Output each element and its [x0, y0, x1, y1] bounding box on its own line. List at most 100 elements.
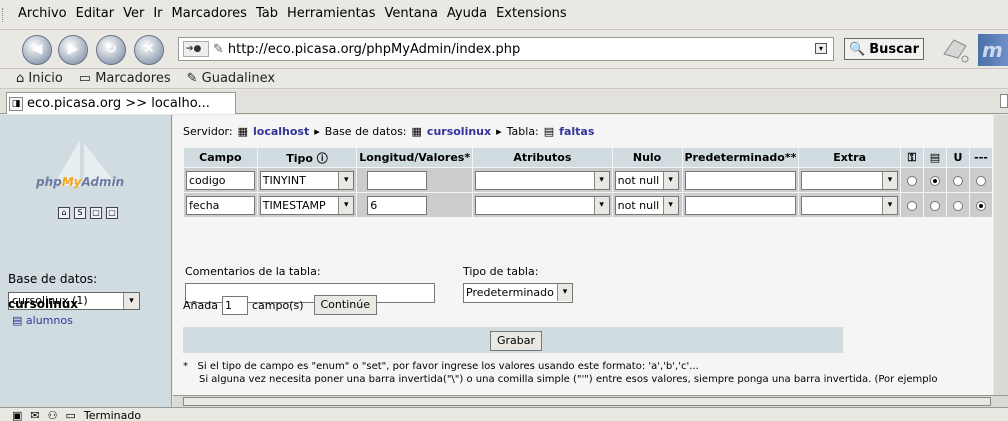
- table-link[interactable]: faltas: [559, 125, 594, 138]
- vertical-scrollbar[interactable]: [994, 115, 1008, 395]
- chat-icon[interactable]: ⚇: [48, 409, 58, 421]
- column-header-nulo: Nulo: [611, 147, 683, 168]
- longitud-input-1[interactable]: [367, 170, 428, 190]
- home-icon[interactable]: ⌂: [58, 207, 70, 219]
- scrollbar-thumb[interactable]: [183, 397, 991, 406]
- breadcrumb: Servidor: ▦ localhost ▸ Base de datos: ▦…: [183, 125, 595, 138]
- save-button[interactable]: Grabar: [490, 331, 543, 351]
- mail-icon[interactable]: ✉: [30, 409, 39, 421]
- column-header-extra: Extra: [798, 147, 901, 168]
- reload-icon: ↻: [105, 41, 117, 57]
- server-link[interactable]: localhost: [253, 125, 309, 138]
- bookmark-page-icon: ✎: [186, 71, 202, 86]
- menu-extensions[interactable]: Extensions: [496, 6, 567, 21]
- table-link-alumnos[interactable]: ▤ alumnos: [12, 314, 73, 327]
- horizontal-scrollbar[interactable]: [173, 395, 1008, 407]
- radio-unique-2[interactable]: [952, 200, 963, 211]
- forward-button[interactable]: ▶: [58, 35, 88, 65]
- phpmyadmin-logo-text[interactable]: phpMyAdmin: [36, 175, 124, 189]
- database-link[interactable]: cursolinux: [427, 125, 491, 138]
- chevron-down-icon: ▾: [662, 171, 678, 189]
- menu-marcadores[interactable]: Marcadores: [172, 6, 247, 21]
- go-icon[interactable]: ➔●: [183, 41, 209, 57]
- reload-button[interactable]: ↻: [96, 35, 126, 65]
- tab-bar: ◨ eco.picasa.org >> localho...: [0, 90, 1008, 114]
- column-header-predeterminado: Predeterminado**: [681, 147, 800, 168]
- query-window-icon[interactable]: ▢: [90, 207, 102, 219]
- footnote: * Si el tipo de campo es "enum" o "set",…: [183, 361, 938, 385]
- search-button[interactable]: 🔍 Buscar: [844, 38, 924, 60]
- campo-input-2[interactable]: fecha: [186, 195, 255, 215]
- navigation-toolbar: ◀ ▶ ↻ ✕ ➔● ✎ http://eco.picasa.org/phpMy…: [0, 30, 1008, 69]
- menu-herramientas[interactable]: Herramientas: [287, 6, 376, 21]
- primary-key-icon: ⚿: [899, 147, 924, 168]
- radio-none-2[interactable]: [975, 200, 986, 211]
- menu-ver[interactable]: Ver: [123, 6, 144, 21]
- radio-primary-1[interactable]: [906, 175, 917, 186]
- atributos-select-2[interactable]: ▾: [475, 195, 610, 215]
- status-text: Terminado: [83, 409, 142, 421]
- continue-button[interactable]: Continúe: [313, 295, 377, 315]
- docs-icon[interactable]: ▢: [106, 207, 118, 219]
- tipo-select-2[interactable]: TIMESTAMP ▾: [259, 195, 355, 215]
- comments-label: Comentarios de la tabla:: [185, 265, 321, 278]
- bookmark-inicio[interactable]: ⌂ Inicio: [16, 71, 63, 86]
- bookmark-marcadores[interactable]: ▭ Marcadores: [79, 71, 171, 86]
- search-label: Buscar: [869, 41, 919, 57]
- menu-editar[interactable]: Editar: [76, 6, 115, 21]
- database-icon: ▦: [411, 125, 422, 138]
- atributos-select-1[interactable]: ▾: [475, 170, 610, 190]
- table-header-row: Campo Tipo ⓘ Longitud/Valores* Atributos…: [183, 147, 993, 168]
- radio-none-1[interactable]: [975, 175, 986, 186]
- sql-icon[interactable]: S: [74, 207, 86, 219]
- stop-button[interactable]: ✕: [134, 35, 164, 65]
- campo-input-1[interactable]: codigo: [186, 170, 255, 190]
- table-type-select[interactable]: Predeterminado ▾: [463, 283, 573, 303]
- radio-index-1[interactable]: [929, 175, 940, 186]
- db-title[interactable]: cursolinux: [8, 297, 78, 311]
- extra-select-1[interactable]: ▾: [801, 170, 898, 190]
- index-icon: ▤: [922, 147, 947, 168]
- table-type-label: Tipo de tabla:: [463, 265, 539, 278]
- back-button[interactable]: ◀: [22, 35, 52, 65]
- radio-primary-2[interactable]: [906, 200, 917, 211]
- chevron-down-icon: ▾: [123, 293, 139, 309]
- pred-input-1[interactable]: [684, 170, 797, 190]
- db-label: Base de datos:: [8, 272, 98, 286]
- main-frame: Servidor: ▦ localhost ▸ Base de datos: ▦…: [173, 115, 993, 395]
- url-dropdown-icon[interactable]: ▾: [815, 43, 827, 54]
- help-icon[interactable]: ⓘ: [317, 152, 328, 165]
- menu-ir[interactable]: Ir: [153, 6, 162, 21]
- add-fields-input[interactable]: 1: [221, 295, 248, 315]
- toolbar-grip[interactable]: [2, 8, 6, 22]
- chevron-down-icon: ▾: [881, 171, 897, 189]
- tab-phpmyadmin[interactable]: ◨ eco.picasa.org >> localho...: [6, 92, 236, 114]
- composer-icon[interactable]: ▭: [66, 409, 76, 421]
- unique-icon: U: [945, 147, 970, 168]
- menu-ayuda[interactable]: Ayuda: [447, 6, 487, 21]
- extra-select-2[interactable]: ▾: [801, 195, 898, 215]
- fields-table: Campo Tipo ⓘ Longitud/Valores* Atributos…: [183, 147, 993, 218]
- menu-archivo[interactable]: Archivo: [18, 6, 67, 21]
- pred-input-2[interactable]: [684, 195, 797, 215]
- longitud-input-2[interactable]: 6: [367, 195, 428, 215]
- status-bar: ▣ ✉ ⚇ ▭ Terminado: [0, 407, 1008, 421]
- chevron-down-icon: ▾: [557, 284, 572, 301]
- tipo-select-1[interactable]: TINYINT ▾: [259, 170, 355, 190]
- menu-tab[interactable]: Tab: [256, 6, 278, 21]
- nulo-select-2[interactable]: not null ▾: [614, 195, 679, 215]
- back-arrow-icon: ◀: [31, 41, 43, 57]
- activity-throbber-icon: [943, 39, 969, 63]
- url-bar[interactable]: ➔● ✎ http://eco.picasa.org/phpMyAdmin/in…: [178, 37, 834, 61]
- nulo-select-1[interactable]: not null ▾: [614, 170, 679, 190]
- bookmark-guadalinex[interactable]: ✎ Guadalinex: [187, 71, 275, 86]
- save-bar: Grabar: [183, 327, 843, 353]
- chevron-down-icon: ▾: [881, 196, 897, 214]
- column-header-none: ---: [968, 147, 993, 168]
- tab-close-icon[interactable]: [1000, 94, 1008, 108]
- table-row: fecha TIMESTAMP ▾ 6 ▾ not null ▾ ▾: [183, 192, 993, 218]
- menu-ventana[interactable]: Ventana: [385, 6, 438, 21]
- stop-icon: ✕: [143, 41, 155, 57]
- radio-index-2[interactable]: [929, 200, 940, 211]
- radio-unique-1[interactable]: [952, 175, 963, 186]
